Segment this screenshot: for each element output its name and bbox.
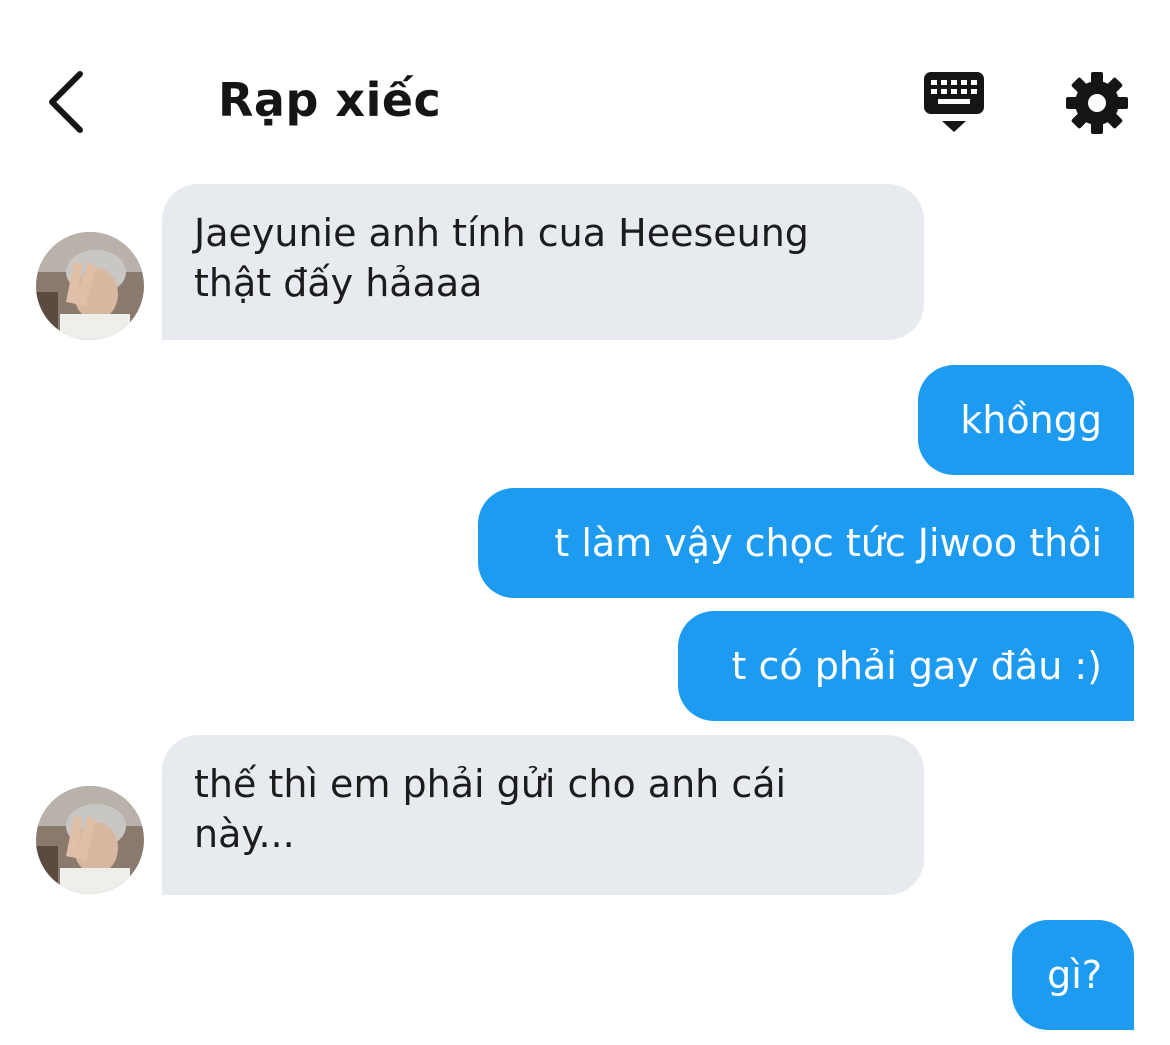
message-bubble[interactable]: Jaeyunie anh tính cua Heeseung thật đấy …: [162, 184, 924, 340]
message-bubble-outgoing[interactable]: t có phải gay đâu :): [678, 611, 1134, 721]
avatar[interactable]: [36, 786, 144, 894]
back-button[interactable]: [36, 64, 100, 140]
message-bubble[interactable]: thế thì em phải gửi cho anh cái này...: [162, 735, 924, 895]
chevron-left-icon: [49, 71, 83, 133]
avatar-photo: [36, 232, 144, 340]
message-text: t làm vậy chọc tức Jiwoo thôi: [554, 521, 1102, 565]
message-text: khồngg: [960, 398, 1102, 442]
keyboard-icon: [924, 72, 984, 132]
keyboard-button[interactable]: [920, 68, 988, 136]
settings-button[interactable]: [1064, 70, 1130, 136]
message-text: t có phải gay đâu :): [731, 644, 1103, 688]
message-text: gì?: [1047, 953, 1102, 997]
message-bubble-outgoing[interactable]: gì?: [1012, 920, 1134, 1030]
gear-icon: [1066, 72, 1128, 134]
message-text-line: thật đấy hảaaa: [194, 261, 483, 305]
message-text-line: này...: [194, 812, 295, 856]
message-bubble-outgoing[interactable]: t làm vậy chọc tức Jiwoo thôi: [478, 488, 1134, 598]
conversation-header: Rạp xiếc: [0, 0, 1170, 170]
message-bubble-outgoing[interactable]: khồngg: [918, 365, 1134, 475]
avatar[interactable]: [36, 232, 144, 340]
message-text-line: Jaeyunie anh tính cua Heeseung: [194, 211, 809, 255]
conversation-title: Rạp xiếc: [218, 73, 442, 127]
avatar-photo: [36, 786, 144, 894]
message-text-line: thế thì em phải gửi cho anh cái: [194, 762, 787, 806]
